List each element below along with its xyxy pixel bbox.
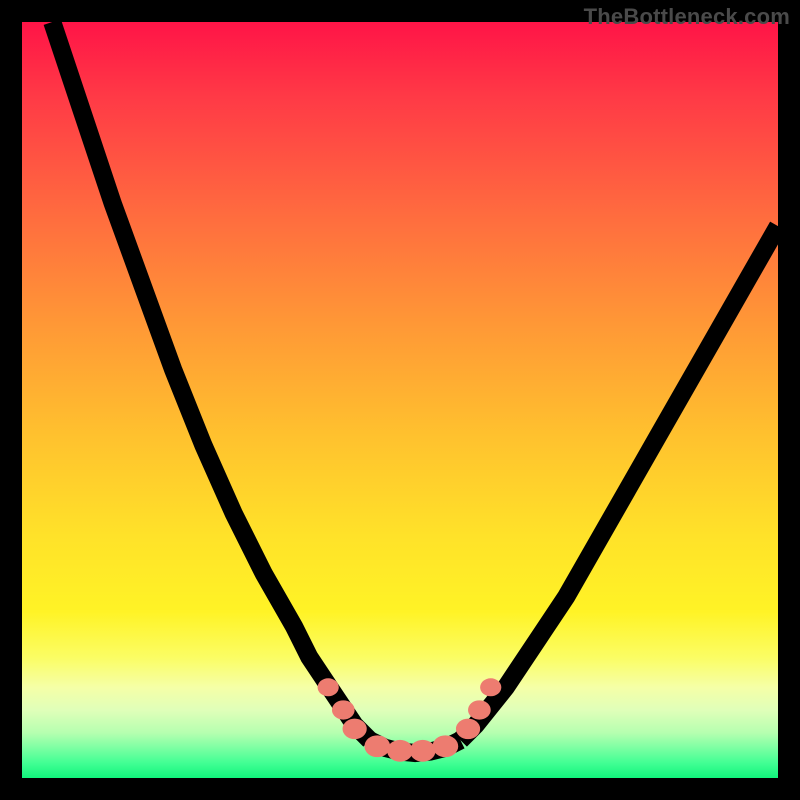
valley-marker — [433, 735, 459, 757]
valley-marker — [364, 735, 390, 757]
curve-left-branch — [52, 22, 370, 740]
chart-plot-area — [22, 22, 778, 778]
valley-marker — [318, 678, 339, 696]
chart-svg — [22, 22, 778, 778]
curve-right-branch — [460, 226, 778, 740]
valley-marker — [410, 740, 436, 762]
valley-marker — [343, 719, 367, 740]
valley-marker — [456, 719, 480, 740]
valley-marker — [387, 740, 413, 762]
watermark-text: TheBottleneck.com — [584, 4, 790, 30]
chart-frame: TheBottleneck.com — [0, 0, 800, 800]
valley-marker — [480, 678, 501, 696]
valley-marker — [332, 700, 355, 719]
valley-marker — [468, 700, 491, 719]
